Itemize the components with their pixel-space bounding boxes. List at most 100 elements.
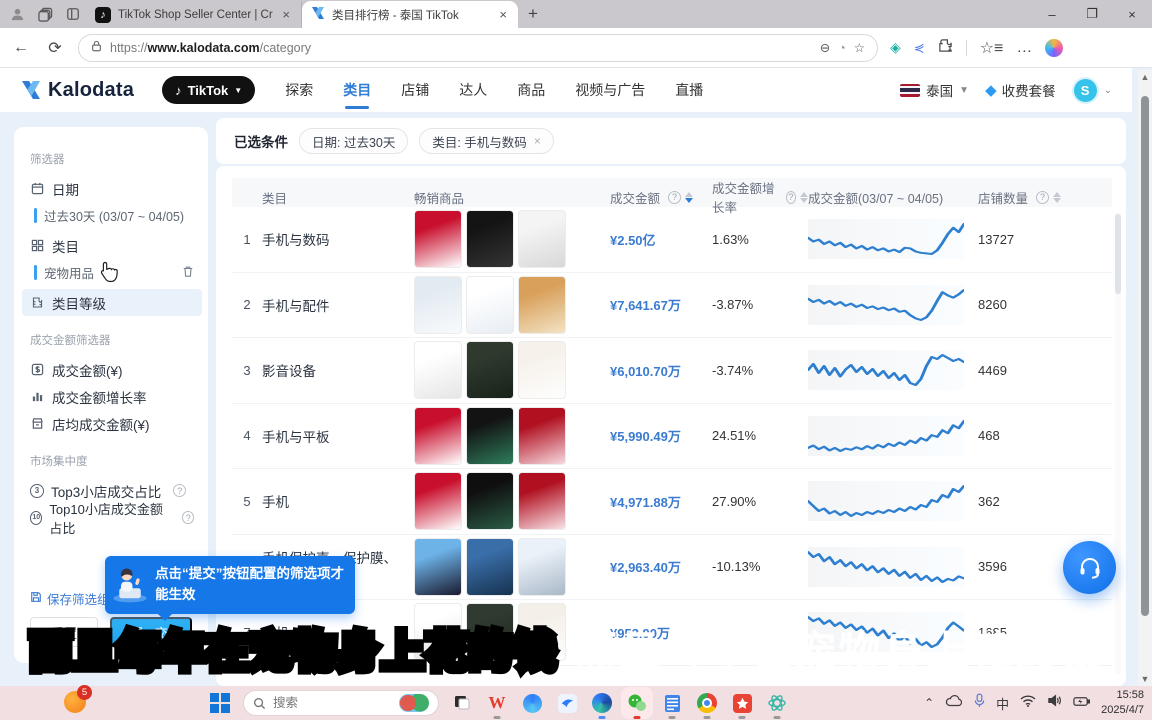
product-thumbnail[interactable] xyxy=(414,472,462,530)
sort-icons[interactable] xyxy=(800,192,808,203)
col-gmv[interactable]: 成交金额? xyxy=(610,188,712,207)
translate-icon[interactable]: ◔ xyxy=(838,41,846,55)
zoom-out-icon[interactable]: ⊖ xyxy=(820,40,830,55)
filter-date[interactable]: 日期 xyxy=(30,175,194,202)
filter-category[interactable]: 类目 xyxy=(30,232,194,259)
table-scrollbar[interactable] xyxy=(1115,212,1121,674)
notification-app-icon[interactable]: 5 xyxy=(64,691,86,713)
restore-button[interactable]: ❐ xyxy=(1072,6,1112,22)
tray-expand-icon[interactable]: ⌃ xyxy=(924,696,934,710)
profile-icon[interactable] xyxy=(8,5,26,23)
wps-icon[interactable]: W xyxy=(485,691,509,715)
pricing-plan-link[interactable]: ◆ 收费套餐 xyxy=(985,80,1056,100)
taskbar-search[interactable] xyxy=(243,690,439,716)
help-icon[interactable]: ? xyxy=(1036,191,1049,204)
favorite-star-icon[interactable]: ☆ xyxy=(854,40,865,55)
chrome-icon[interactable] xyxy=(695,691,719,715)
category-link[interactable]: 手机与数码 xyxy=(262,229,414,249)
product-thumbnail[interactable] xyxy=(414,603,462,661)
extension-teal-icon[interactable]: ◈ xyxy=(890,39,901,56)
product-thumbnail[interactable] xyxy=(518,407,566,465)
edge-icon[interactable] xyxy=(590,691,614,715)
platform-selector[interactable]: ♪ TikTok ▼ xyxy=(162,76,255,104)
category-link[interactable]: 耳机 xyxy=(262,622,414,642)
category-link[interactable]: 手机与配件 xyxy=(262,295,414,315)
product-thumbnail[interactable] xyxy=(414,407,462,465)
product-thumbnails[interactable] xyxy=(414,472,610,530)
product-thumbnail[interactable] xyxy=(466,538,514,596)
nav-shop[interactable]: 店铺 xyxy=(401,68,429,112)
product-thumbnail[interactable] xyxy=(414,276,462,334)
taskbar-clock[interactable]: 15:58 2025/4/7 xyxy=(1101,688,1144,718)
red-app-icon[interactable] xyxy=(730,691,754,715)
product-thumbnail[interactable] xyxy=(466,407,514,465)
table-row[interactable]: 2 手机与配件 ¥7,641.67万 -3.87% 8260 xyxy=(232,273,1112,339)
ime-indicator[interactable]: 中 xyxy=(996,694,1009,713)
product-thumbnail[interactable] xyxy=(414,210,462,268)
nav-live[interactable]: 直播 xyxy=(675,68,703,112)
thunder-icon[interactable] xyxy=(555,691,579,715)
help-icon[interactable]: ? xyxy=(173,484,186,497)
col-shop-count[interactable]: 店铺数量? xyxy=(978,188,1112,207)
product-thumbnails[interactable] xyxy=(414,276,610,334)
product-thumbnail[interactable] xyxy=(518,341,566,399)
filter-category-level[interactable]: 类目等级 xyxy=(22,289,202,316)
chip-category[interactable]: 类目: 手机与数码× xyxy=(419,128,553,154)
kalodata-logo[interactable]: Kalodata xyxy=(20,79,134,102)
product-thumbnail[interactable] xyxy=(466,341,514,399)
reset-button[interactable]: 重置 xyxy=(30,617,98,647)
volume-icon[interactable] xyxy=(1047,694,1062,712)
extension-kite-icon[interactable]: ⋞ xyxy=(914,40,925,56)
customer-service-button[interactable] xyxy=(1063,541,1116,594)
product-thumbnail[interactable] xyxy=(466,276,514,334)
product-thumbnails[interactable] xyxy=(414,407,610,465)
browser-tab-kalodata[interactable]: 类目排行榜 - 泰国 TikTok × xyxy=(302,1,518,28)
filter-gmv-growth[interactable]: 成交金额增长率 xyxy=(30,383,194,410)
nav-video-ads[interactable]: 视频与广告 xyxy=(575,68,645,112)
filter-top10-share[interactable]: 10 Top10小店成交金额占比 ? xyxy=(30,504,194,531)
region-selector[interactable]: 泰国 ▼ xyxy=(900,80,969,100)
col-products[interactable]: 畅销商品 xyxy=(414,188,610,207)
table-row[interactable]: 7 耳机 ¥953.90万 1685 xyxy=(232,600,1112,666)
atom-app-icon[interactable] xyxy=(765,691,789,715)
table-row[interactable]: 1 手机与数码 ¥2.50亿 1.63% 13727 xyxy=(232,207,1112,273)
refresh-button[interactable]: ⟳ xyxy=(44,38,66,58)
nav-category[interactable]: 类目 xyxy=(343,68,371,112)
help-icon[interactable]: ? xyxy=(668,191,681,204)
category-link[interactable]: 影音设备 xyxy=(262,360,414,380)
nav-product[interactable]: 商品 xyxy=(517,68,545,112)
product-thumbnail[interactable] xyxy=(466,603,514,661)
account-menu[interactable]: S ⌄ xyxy=(1072,77,1112,104)
product-thumbnail[interactable] xyxy=(466,210,514,268)
browser-scrollbar[interactable]: ▲ ▼ xyxy=(1138,70,1152,686)
task-view-icon[interactable] xyxy=(450,691,474,715)
address-bar[interactable]: https://www.kalodata.com/category ⊖ ◔ ☆ xyxy=(78,34,878,62)
wifi-icon[interactable] xyxy=(1020,694,1036,712)
notepad-icon[interactable] xyxy=(660,691,684,715)
quark-ai-icon[interactable] xyxy=(520,691,544,715)
vertical-tabs-icon[interactable] xyxy=(64,5,82,23)
back-button[interactable]: ← xyxy=(10,39,32,57)
trash-icon[interactable] xyxy=(182,265,194,281)
settings-more-icon[interactable]: … xyxy=(1016,39,1032,57)
product-thumbnail[interactable] xyxy=(518,472,566,530)
microphone-icon[interactable] xyxy=(974,693,985,713)
product-thumbnails[interactable] xyxy=(414,210,610,268)
category-link[interactable]: 手机 xyxy=(262,491,414,511)
filter-gmv[interactable]: 成交金额(¥) xyxy=(30,356,194,383)
product-thumbnail[interactable] xyxy=(518,276,566,334)
table-row[interactable]: 5 手机 ¥4,971.88万 27.90% 362 xyxy=(232,469,1112,535)
product-thumbnail[interactable] xyxy=(414,341,462,399)
table-row[interactable]: 3 影音设备 ¥6,010.70万 -3.74% 4469 xyxy=(232,338,1112,404)
tab-close-icon[interactable]: × xyxy=(280,7,292,22)
nav-explore[interactable]: 探索 xyxy=(285,68,313,112)
search-highlight-icon[interactable] xyxy=(399,694,429,712)
scroll-up-icon[interactable]: ▲ xyxy=(1141,70,1150,84)
nav-creator[interactable]: 达人 xyxy=(459,68,487,112)
product-thumbnail[interactable] xyxy=(466,472,514,530)
wechat-icon[interactable] xyxy=(625,691,649,715)
product-thumbnails[interactable] xyxy=(414,603,610,661)
tab-close-icon[interactable]: × xyxy=(497,7,509,22)
submit-button[interactable]: 提 交 xyxy=(110,617,192,647)
extensions-puzzle-icon[interactable] xyxy=(938,38,953,58)
